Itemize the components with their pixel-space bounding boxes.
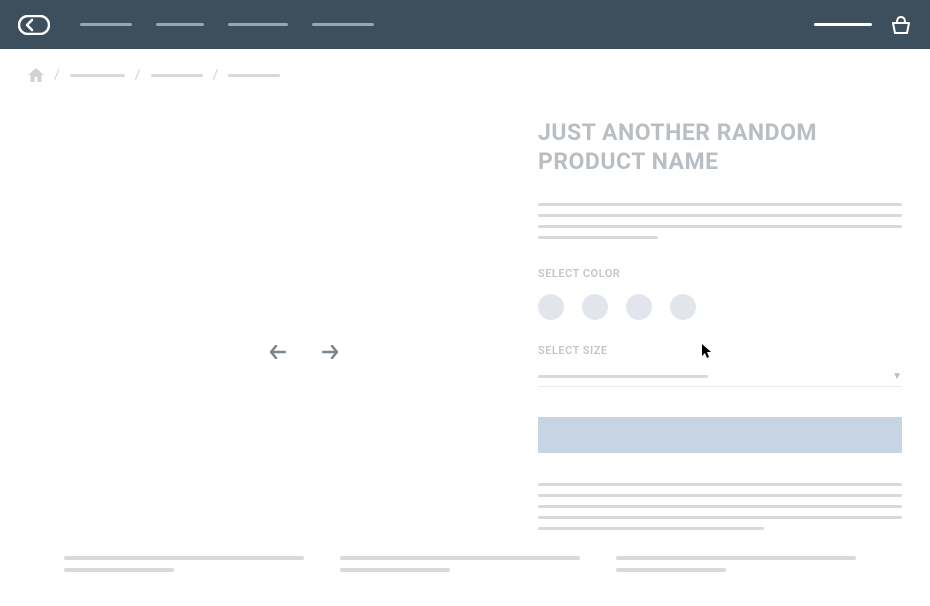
thumb-line — [616, 556, 856, 560]
desc-line — [538, 505, 902, 508]
product-main: JUST ANOTHER RANDOM PRODUCT NAME SELECT … — [0, 83, 930, 538]
thumb-line — [340, 556, 580, 560]
crumb-separator: / — [213, 67, 219, 83]
desc-line — [538, 494, 902, 497]
nav-menu — [80, 23, 374, 26]
nav-item-2[interactable] — [156, 23, 204, 26]
main-header — [0, 0, 930, 49]
desc-line — [538, 483, 902, 486]
header-actions — [814, 15, 912, 35]
thumbnail-row — [0, 538, 930, 572]
color-swatch-3[interactable] — [626, 294, 652, 320]
size-select-placeholder — [538, 375, 708, 378]
color-swatch-1[interactable] — [538, 294, 564, 320]
nav-item-3[interactable] — [228, 23, 288, 26]
thumb-line — [616, 568, 726, 572]
desc-line — [538, 225, 902, 228]
size-select[interactable]: ▼ — [538, 371, 902, 387]
crumb-separator: / — [54, 67, 60, 83]
select-size-label: SELECT SIZE — [538, 344, 902, 357]
thumbnail-3[interactable] — [616, 556, 866, 572]
nav-item-1[interactable] — [80, 23, 132, 26]
product-title: JUST ANOTHER RANDOM PRODUCT NAME — [538, 119, 902, 177]
breadcrumb-item-3[interactable] — [228, 74, 280, 77]
prev-arrow-icon[interactable] — [270, 345, 286, 359]
color-swatch-2[interactable] — [582, 294, 608, 320]
thumbnail-1[interactable] — [64, 556, 314, 572]
add-to-cart-button[interactable] — [538, 417, 902, 453]
desc-line — [538, 203, 902, 206]
breadcrumb-item-1[interactable] — [70, 74, 125, 77]
header-action-link[interactable] — [814, 23, 872, 26]
select-color-label: SELECT COLOR — [538, 267, 902, 280]
product-description — [538, 203, 902, 239]
product-extra-info — [538, 483, 902, 530]
desc-line — [538, 527, 764, 530]
color-swatch-4[interactable] — [670, 294, 696, 320]
next-arrow-icon[interactable] — [322, 345, 338, 359]
chevron-down-icon: ▼ — [892, 371, 902, 382]
basket-icon[interactable] — [890, 15, 912, 35]
logo-icon[interactable] — [18, 15, 50, 35]
product-details: JUST ANOTHER RANDOM PRODUCT NAME SELECT … — [538, 113, 902, 538]
nav-item-4[interactable] — [312, 23, 374, 26]
crumb-separator: / — [135, 67, 141, 83]
thumb-line — [340, 568, 450, 572]
breadcrumb: / / / — [0, 49, 930, 83]
breadcrumb-item-2[interactable] — [151, 74, 203, 77]
desc-line — [538, 516, 902, 519]
home-icon[interactable] — [28, 68, 44, 82]
desc-line — [538, 214, 902, 217]
thumb-line — [64, 568, 174, 572]
product-gallery — [28, 113, 498, 538]
thumbnail-2[interactable] — [340, 556, 590, 572]
desc-line — [538, 236, 658, 239]
color-swatches — [538, 294, 902, 320]
gallery-nav — [270, 345, 338, 359]
thumb-line — [64, 556, 304, 560]
